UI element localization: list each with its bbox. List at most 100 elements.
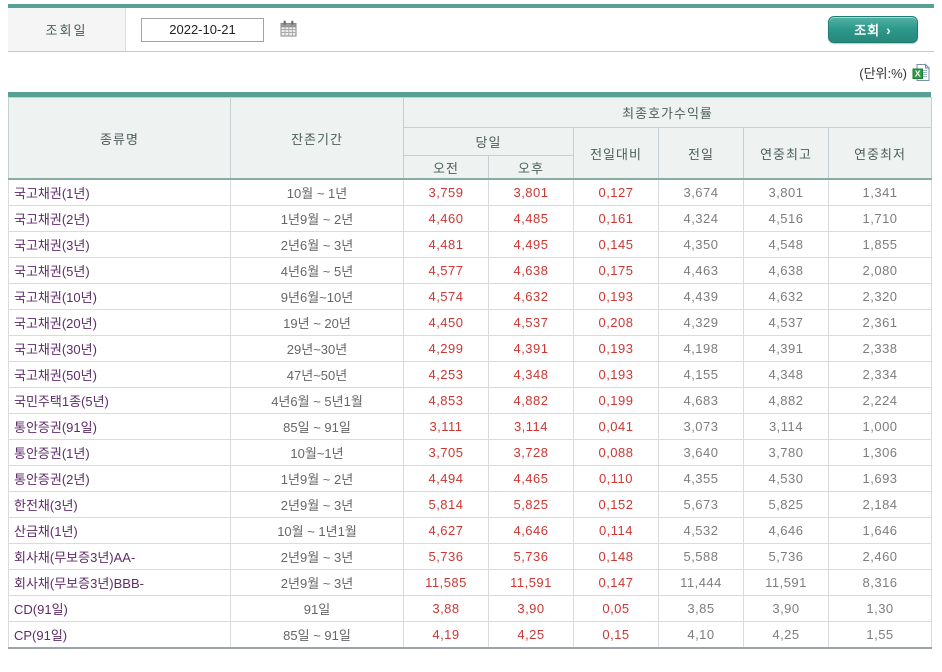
period-cell: 85일 ~ 91일	[230, 413, 404, 440]
year-low-cell: 8,316	[827, 569, 933, 596]
year-high-cell: 3,780	[743, 439, 829, 466]
am-yield-cell: 4,460	[403, 205, 489, 232]
bond-name-cell: 국고채권(2년)	[8, 205, 231, 232]
pm-yield-cell: 4,348	[488, 361, 574, 388]
change-cell: 0,175	[573, 257, 659, 284]
bond-name-cell: 통안증권(2년)	[8, 465, 231, 492]
year-low-cell: 1,000	[827, 413, 933, 440]
yield-table-wrap: 종류명 잔존기간 최종호가수익률 당일 전일대비 전일 연중최고 연중최저 오전…	[8, 92, 933, 649]
bond-name-cell: 산금채(1년)	[8, 517, 231, 544]
bond-name-cell: 통안증권(91일)	[8, 413, 231, 440]
pm-yield-cell: 4,495	[488, 231, 574, 258]
year-high-cell: 4,391	[743, 335, 829, 362]
bond-name-cell: 국고채권(10년)	[8, 283, 231, 310]
pm-yield-cell: 3,114	[488, 413, 574, 440]
year-low-cell: 2,184	[827, 491, 933, 518]
yield-table: 종류명 잔존기간 최종호가수익률 당일 전일대비 전일 연중최고 연중최저 오전…	[8, 97, 933, 649]
table-row: 국고채권(20년) 19년 ~ 20년 4,450 4,537 0,208 4,329 4,…	[8, 309, 933, 336]
year-high-cell: 11,591	[743, 569, 829, 596]
bond-name-cell: CP(91일)	[8, 621, 231, 649]
col-header-yield-group: 최종호가수익률	[402, 97, 933, 128]
table-row: 국고채권(1년) 10월 ~ 1년 3,759 3,801 0,127 3,674 3,80…	[8, 178, 933, 206]
table-row: 국고채권(10년) 9년6월~10년 4,574 4,632 0,193 4,439 4,6…	[8, 283, 933, 310]
period-cell: 91일	[230, 595, 404, 622]
prev-day-cell: 4,324	[658, 205, 744, 232]
change-cell: 0,161	[573, 205, 659, 232]
year-low-cell: 1,306	[827, 439, 933, 466]
year-high-cell: 4,537	[743, 309, 829, 336]
pm-yield-cell: 5,825	[488, 491, 574, 518]
col-header-pm: 오후	[488, 155, 574, 180]
search-button[interactable]: 조회 ›	[828, 16, 918, 43]
col-header-change: 전일대비	[573, 127, 659, 180]
period-cell: 2년6월 ~ 3년	[230, 231, 404, 258]
col-header-year-high: 연중최고	[743, 127, 829, 180]
table-row: 한전채(3년) 2년9월 ~ 3년 5,814 5,825 0,152 5,673 5,82…	[8, 491, 933, 518]
period-cell: 4년6월 ~ 5년1월	[230, 387, 404, 414]
pm-yield-cell: 3,90	[488, 595, 574, 622]
change-cell: 0,15	[573, 621, 659, 649]
year-high-cell: 4,646	[743, 517, 829, 544]
period-cell: 1년9월 ~ 2년	[230, 465, 404, 492]
excel-export-button[interactable]: X	[912, 62, 931, 82]
year-low-cell: 1,55	[827, 621, 933, 649]
change-cell: 0,193	[573, 361, 659, 388]
am-yield-cell: 11,585	[403, 569, 489, 596]
table-row: 통안증권(91일) 85일 ~ 91일 3,111 3,114 0,041 3,073 3,…	[8, 413, 933, 440]
am-yield-cell: 4,253	[403, 361, 489, 388]
bond-name-cell: 회사채(무보증3년)BBB-	[8, 569, 231, 596]
period-cell: 85일 ~ 91일	[230, 621, 404, 649]
period-cell: 2년9월 ~ 3년	[230, 491, 404, 518]
am-yield-cell: 3,88	[403, 595, 489, 622]
am-yield-cell: 4,853	[403, 387, 489, 414]
prev-day-cell: 4,10	[658, 621, 744, 649]
am-yield-cell: 3,111	[403, 413, 489, 440]
year-high-cell: 5,825	[743, 491, 829, 518]
change-cell: 0,110	[573, 465, 659, 492]
year-low-cell: 1,341	[827, 178, 933, 206]
pm-yield-cell: 4,25	[488, 621, 574, 649]
change-cell: 0,114	[573, 517, 659, 544]
pm-yield-cell: 4,646	[488, 517, 574, 544]
date-label: 조회일	[8, 8, 126, 51]
year-high-cell: 4,25	[743, 621, 829, 649]
date-input[interactable]	[141, 17, 264, 42]
unit-note: (단위:%)	[859, 65, 907, 81]
change-cell: 0,088	[573, 439, 659, 466]
prev-day-cell: 3,640	[658, 439, 744, 466]
period-cell: 10월 ~ 1년1월	[230, 517, 404, 544]
pm-yield-cell: 3,801	[488, 178, 574, 206]
am-yield-cell: 3,705	[403, 439, 489, 466]
calendar-button[interactable]	[278, 20, 298, 40]
am-yield-cell: 4,494	[403, 465, 489, 492]
year-high-cell: 4,882	[743, 387, 829, 414]
bond-name-cell: 국고채권(20년)	[8, 309, 231, 336]
bond-name-cell: 국고채권(5년)	[8, 257, 231, 284]
bond-name-cell: CD(91일)	[8, 595, 231, 622]
year-low-cell: 2,080	[827, 257, 933, 284]
bond-name-cell: 국고채권(30년)	[8, 335, 231, 362]
year-high-cell: 4,516	[743, 205, 829, 232]
calendar-icon	[279, 19, 298, 41]
unit-row: (단위:%) X	[0, 62, 931, 82]
table-row: 국고채권(2년) 1년9월 ~ 2년 4,460 4,485 0,161 4,324 4,5…	[8, 205, 933, 232]
table-row: 통안증권(2년) 1년9월 ~ 2년 4,494 4,465 0,110 4,355 4,5…	[8, 465, 933, 492]
am-yield-cell: 4,577	[403, 257, 489, 284]
period-cell: 10월 ~ 1년	[230, 178, 404, 206]
bond-name-cell: 국고채권(3년)	[8, 231, 231, 258]
year-low-cell: 2,320	[827, 283, 933, 310]
table-row: 국고채권(5년) 4년6월 ~ 5년 4,577 4,638 0,175 4,463 4,6…	[8, 257, 933, 284]
change-cell: 0,145	[573, 231, 659, 258]
am-yield-cell: 4,450	[403, 309, 489, 336]
table-row: 국고채권(50년) 47년~50년 4,253 4,348 0,193 4,155 4,34…	[8, 361, 933, 388]
period-cell: 4년6월 ~ 5년	[230, 257, 404, 284]
pm-yield-cell: 4,485	[488, 205, 574, 232]
period-cell: 47년~50년	[230, 361, 404, 388]
pm-yield-cell: 4,638	[488, 257, 574, 284]
year-high-cell: 4,348	[743, 361, 829, 388]
change-cell: 0,199	[573, 387, 659, 414]
table-row: 국민주택1종(5년) 4년6월 ~ 5년1월 4,853 4,882 0,199 4,68…	[8, 387, 933, 414]
table-row: 국고채권(3년) 2년6월 ~ 3년 4,481 4,495 0,145 4,350 4,5…	[8, 231, 933, 258]
search-toolbar: 조회일 조회 ›	[8, 4, 934, 52]
period-cell: 2년9월 ~ 3년	[230, 543, 404, 570]
